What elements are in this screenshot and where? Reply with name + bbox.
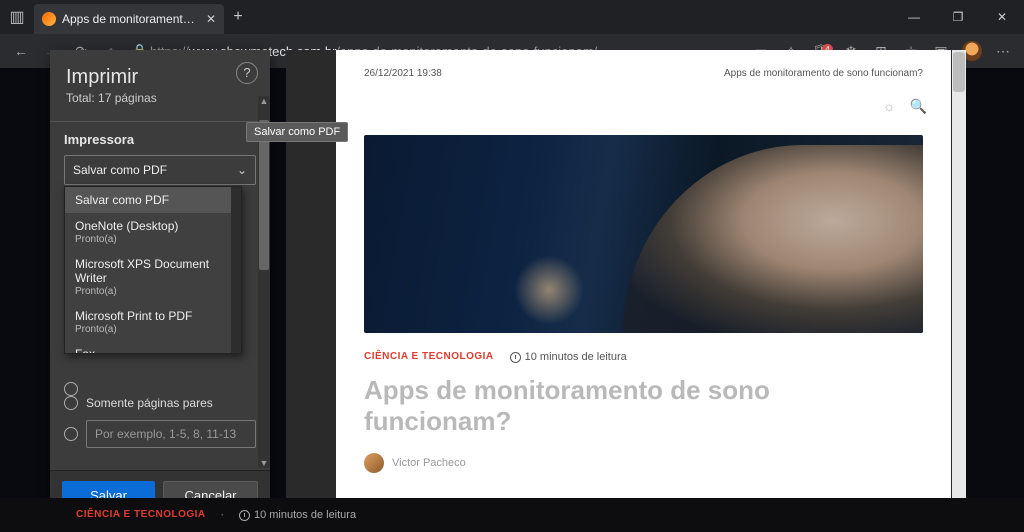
clock-icon: [510, 352, 521, 363]
print-dialog: Imprimir Total: 17 páginas ? ▲ ▼ Impress…: [50, 50, 270, 520]
article-hero-image: [364, 135, 923, 333]
bottom-read-time: 10 minutos de leitura: [239, 509, 356, 521]
print-title: Imprimir: [66, 66, 254, 89]
tab-title: Apps de monitoramento de sono: [62, 12, 200, 26]
browser-tab[interactable]: Apps de monitoramento de sono ✕: [34, 4, 224, 34]
print-page-count: Total: 17 páginas: [66, 91, 254, 105]
printer-select-value: Salvar como PDF: [73, 163, 167, 177]
printer-select[interactable]: Salvar como PDF ⌄: [64, 155, 256, 185]
article-title: Apps de monitoramento de sono funcionam?: [364, 375, 923, 437]
printer-tooltip: Salvar como PDF: [246, 122, 348, 142]
tab-close-icon[interactable]: ✕: [206, 12, 216, 26]
even-pages-radio-row[interactable]: Somente páginas pares: [64, 396, 256, 410]
chevron-down-icon: ⌄: [237, 163, 247, 177]
tab-favicon: [42, 12, 56, 26]
tab-actions-icon[interactable]: ▥: [0, 7, 34, 27]
site-bottom-bar: CIÊNCIA E TECNOLOGIA · 10 minutos de lei…: [0, 498, 1024, 532]
article-author: Victor Pacheco: [364, 453, 923, 473]
printer-option-fax[interactable]: Fax: [65, 341, 241, 354]
printer-dropdown: Salvar como PDF OneNote (Desktop)Pronto(…: [64, 186, 242, 354]
printer-option-pdf[interactable]: Salvar como PDF: [65, 187, 241, 213]
bottom-category: CIÊNCIA E TECNOLOGIA: [76, 510, 206, 520]
author-avatar: [364, 453, 384, 473]
printer-option-xps[interactable]: Microsoft XPS Document WriterPronto(a): [65, 251, 241, 303]
window-close-button[interactable]: ✕: [980, 10, 1024, 24]
printer-option-onenote[interactable]: OneNote (Desktop)Pronto(a): [65, 213, 241, 251]
printer-section-label: Impressora: [64, 132, 256, 147]
window-titlebar: ▥ Apps de monitoramento de sono ✕ + ― ❐ …: [0, 0, 1024, 34]
printer-option-ms-pdf[interactable]: Microsoft Print to PDFPronto(a): [65, 303, 241, 341]
theme-toggle-icon: ☼: [883, 98, 896, 115]
print-preview: 26/12/2021 19:38 Apps de monitoramento d…: [286, 50, 966, 516]
page-content: Imprimir Total: 17 páginas ? ▲ ▼ Impress…: [0, 68, 1024, 532]
preview-header-title: Apps de monitoramento de sono funcionam?: [724, 68, 923, 79]
odd-pages-radio-row[interactable]: [64, 382, 256, 396]
even-pages-label: Somente páginas pares: [86, 396, 213, 410]
preview-datetime: 26/12/2021 19:38: [364, 68, 442, 79]
author-name: Victor Pacheco: [392, 457, 466, 469]
back-button[interactable]: ←: [6, 43, 36, 59]
new-tab-button[interactable]: +: [224, 8, 252, 26]
print-help-button[interactable]: ?: [236, 62, 258, 84]
scroll-up-icon[interactable]: ▲: [258, 96, 270, 106]
search-icon: 🔍: [910, 98, 927, 115]
preview-scrollbar[interactable]: [952, 50, 966, 516]
window-minimize-button[interactable]: ―: [892, 10, 936, 24]
clock-icon: [239, 510, 250, 521]
radio-icon: [64, 396, 78, 410]
page-range-input[interactable]: Por exemplo, 1-5, 8, 11-13: [86, 420, 256, 448]
page-range-placeholder: Por exemplo, 1-5, 8, 11-13: [95, 427, 236, 441]
window-restore-button[interactable]: ❐: [936, 10, 980, 24]
article-category: CIÊNCIA E TECNOLOGIA: [364, 352, 494, 362]
menu-icon[interactable]: ⋯: [988, 43, 1018, 60]
preview-scroll-thumb[interactable]: [953, 52, 965, 92]
radio-icon[interactable]: [64, 427, 78, 441]
preview-page[interactable]: 26/12/2021 19:38 Apps de monitoramento d…: [336, 50, 951, 516]
article-read-time: 10 minutos de leitura: [510, 351, 627, 363]
